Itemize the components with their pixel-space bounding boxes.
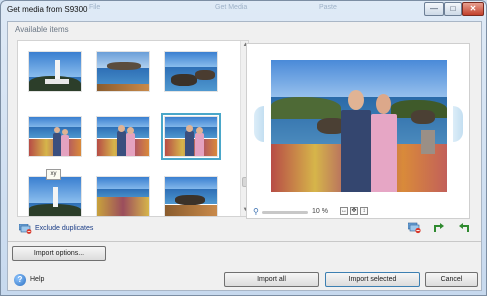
divider (8, 241, 481, 242)
remove-icon[interactable] (408, 222, 421, 234)
thumbnail-8[interactable] (96, 176, 150, 216)
close-button[interactable]: ✕ (462, 2, 484, 16)
thumbnail-7[interactable] (28, 176, 82, 216)
rotate-right-icon[interactable] (457, 222, 470, 234)
zoom-controls: ⚲ 10 % ↔ ✥ ↕ (250, 207, 380, 217)
available-items-label: Available items (15, 25, 69, 34)
thumbnail-tooltip: xy (46, 169, 61, 180)
title-bar[interactable]: Get media from S9300 File Get Media Past… (1, 1, 487, 19)
help-icon: ? (14, 274, 26, 286)
cancel-button[interactable]: Cancel (425, 272, 478, 287)
import-all-button[interactable]: Import all (224, 272, 319, 287)
preview-panel (246, 43, 470, 219)
zoom-slider-knob-icon[interactable]: ⚲ (253, 207, 259, 217)
get-media-dialog: Get media from S9300 File Get Media Past… (0, 0, 487, 296)
thumbnail-9[interactable] (164, 176, 218, 216)
ghost-tab-get-media: Get Media (215, 4, 248, 11)
zoom-value: 10 % (312, 208, 328, 215)
fit-height-icon[interactable]: ↕ (360, 207, 368, 215)
import-options-button[interactable]: Import options... (12, 246, 106, 261)
preview-image (271, 60, 447, 192)
next-arrow-icon[interactable] (453, 106, 463, 142)
maximize-button[interactable]: □ (444, 2, 462, 16)
zoom-slider[interactable] (262, 211, 308, 214)
thumbnail-grid: xy ▲ ▼ (17, 40, 249, 217)
rotate-left-icon[interactable] (433, 222, 446, 234)
exclude-duplicates-label: Exclude duplicates (35, 225, 94, 232)
exclude-duplicates-icon (19, 224, 32, 234)
ghost-tab-paste: Paste (319, 4, 337, 11)
thumbnail-2[interactable] (96, 51, 150, 92)
import-selected-button[interactable]: Import selected (325, 272, 420, 287)
window-title: Get media from S9300 (7, 5, 88, 14)
minimize-button[interactable]: — (424, 2, 444, 16)
fit-width-icon[interactable]: ↔ (340, 207, 348, 215)
thumbnail-3[interactable] (164, 51, 218, 92)
fit-all-icon[interactable]: ✥ (350, 207, 358, 215)
thumbnail-4[interactable] (28, 116, 82, 157)
thumbnail-1[interactable] (28, 51, 82, 92)
thumbnail-5[interactable] (96, 116, 150, 157)
help-label: Help (30, 276, 45, 283)
previous-arrow-icon[interactable] (254, 106, 264, 142)
thumbnail-6-selected[interactable] (161, 113, 221, 160)
ghost-tab-file: File (89, 4, 101, 11)
dialog-body: Available items xy ⚲ 10 % ↔ ✥ ↕ Exclude … (7, 21, 482, 291)
